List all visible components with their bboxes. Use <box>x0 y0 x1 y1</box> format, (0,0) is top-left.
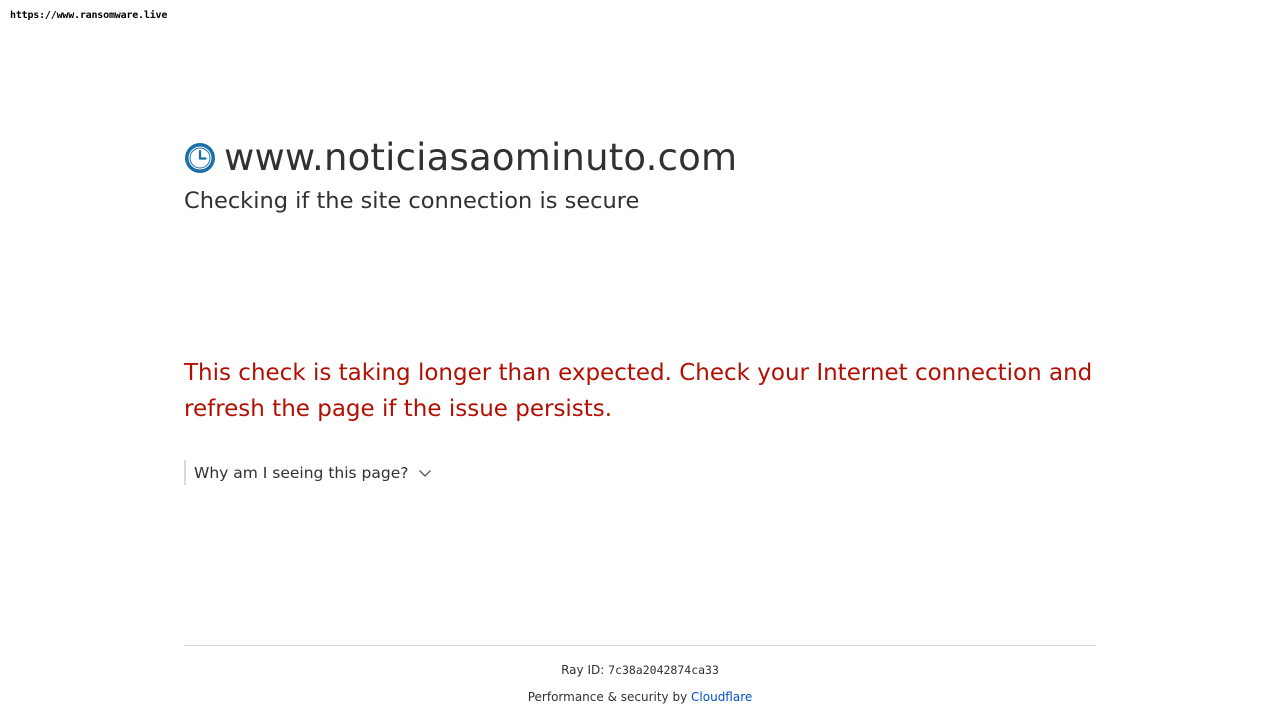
ray-id-row: Ray ID: 7c38a2042874ca33 <box>0 663 1280 677</box>
watermark-url: https://www.ransomware.live <box>10 10 168 21</box>
error-message: This check is taking longer than expecte… <box>184 360 1093 422</box>
footer-divider <box>184 645 1096 646</box>
page-subtitle: Checking if the site connection is secur… <box>184 188 640 214</box>
performance-label: Performance & security by <box>527 690 688 704</box>
clock-icon <box>184 142 216 174</box>
ray-id-label: Ray ID: <box>561 663 605 677</box>
main-content: www.noticiasaominuto.com Checking if the… <box>184 136 1096 216</box>
why-label: Why am I seeing this page? <box>194 463 409 482</box>
site-name: www.noticiasaominuto.com <box>224 136 738 179</box>
performance-row: Performance & security by Cloudflare <box>0 690 1280 704</box>
ray-id-value: 7c38a2042874ca33 <box>608 663 719 677</box>
why-details-toggle[interactable]: Why am I seeing this page? <box>184 460 432 485</box>
chevron-down-icon <box>418 466 432 480</box>
site-header: www.noticiasaominuto.com <box>184 136 1096 180</box>
cloudflare-link[interactable]: Cloudflare <box>691 690 752 704</box>
